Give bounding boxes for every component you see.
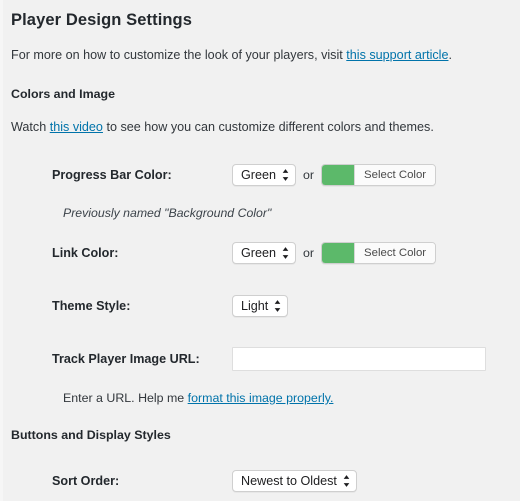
select-color-button-label-link-color: Select Color bbox=[355, 243, 436, 263]
track-player-image-url-controls bbox=[232, 347, 486, 371]
colors-and-image-subtext: Watch this video to see how you can cust… bbox=[11, 119, 520, 136]
page-title: Player Design Settings bbox=[11, 11, 193, 29]
select-sort-order[interactable]: Newest to Oldest bbox=[232, 470, 357, 492]
theme-style-controls: Light bbox=[232, 295, 289, 317]
field-row-link-color: Link Color: Green or Select Color bbox=[52, 240, 520, 266]
color-swatch-link-color bbox=[322, 243, 356, 263]
player-design-settings-page: Player Design Settings For more on how t… bbox=[0, 0, 520, 501]
chevron-up-down-icon bbox=[282, 169, 289, 182]
select-link-color-value: Green bbox=[241, 246, 277, 260]
label-sort-order: Sort Order: bbox=[52, 474, 120, 488]
intro-paragraph: For more on how to customize the look of… bbox=[11, 47, 520, 64]
select-color-button-link-color[interactable]: Select Color bbox=[321, 242, 437, 264]
progress-bar-color-controls: Green or Select Color bbox=[232, 164, 437, 186]
sort-order-controls: Newest to Oldest bbox=[232, 470, 357, 492]
color-swatch-progress-bar bbox=[322, 165, 356, 185]
field-row-progress-bar-color: Progress Bar Color: Green or Select Colo… bbox=[52, 162, 520, 188]
link-color-controls: Green or Select Color bbox=[232, 242, 437, 264]
support-article-link[interactable]: this support article bbox=[346, 48, 448, 62]
select-color-button-progress-bar[interactable]: Select Color bbox=[321, 164, 437, 186]
intro-text-after: . bbox=[448, 48, 452, 62]
label-theme-style: Theme Style: bbox=[52, 299, 131, 313]
select-progress-bar-color-value: Green bbox=[241, 168, 277, 182]
label-link-color: Link Color: bbox=[52, 246, 119, 260]
or-separator-link-color: or bbox=[303, 246, 315, 260]
settings-content: Player Design Settings For more on how t… bbox=[0, 0, 520, 501]
chevron-up-down-icon bbox=[282, 247, 289, 260]
select-sort-order-value: Newest to Oldest bbox=[241, 474, 337, 488]
select-progress-bar-color[interactable]: Green bbox=[232, 164, 297, 186]
help-url-text-before: Enter a URL. Help me bbox=[63, 391, 188, 405]
format-image-properly-link[interactable]: format this image properly. bbox=[188, 391, 334, 405]
section-heading-colors-and-image: Colors and Image bbox=[11, 87, 115, 101]
label-track-player-image-url: Track Player Image URL: bbox=[52, 352, 200, 366]
select-theme-style-value: Light bbox=[241, 299, 269, 313]
select-link-color[interactable]: Green bbox=[232, 242, 297, 264]
video-text-after: to see how you can customize different c… bbox=[102, 120, 434, 134]
field-row-theme-style: Theme Style: Light bbox=[52, 293, 520, 319]
or-separator-progress-bar: or bbox=[303, 168, 315, 182]
note-progress-bar-color: Previously named "Background Color" bbox=[63, 206, 272, 220]
chevron-up-down-icon bbox=[274, 300, 281, 313]
label-progress-bar-color: Progress Bar Color: bbox=[52, 168, 172, 182]
intro-text-before: For more on how to customize the look of… bbox=[11, 48, 347, 62]
section-heading-buttons-and-display: Buttons and Display Styles bbox=[11, 428, 171, 442]
track-player-image-url-input[interactable] bbox=[232, 347, 486, 371]
field-row-sort-order: Sort Order: Newest to Oldest bbox=[52, 468, 520, 494]
chevron-up-down-icon bbox=[343, 475, 350, 488]
field-row-track-player-image-url: Track Player Image URL: bbox=[52, 346, 520, 372]
select-theme-style[interactable]: Light bbox=[232, 295, 289, 317]
video-text-before: Watch bbox=[11, 120, 50, 134]
select-color-button-label-progress-bar: Select Color bbox=[355, 165, 436, 185]
help-track-player-image-url: Enter a URL. Help me format this image p… bbox=[63, 390, 520, 406]
this-video-link[interactable]: this video bbox=[50, 120, 103, 134]
